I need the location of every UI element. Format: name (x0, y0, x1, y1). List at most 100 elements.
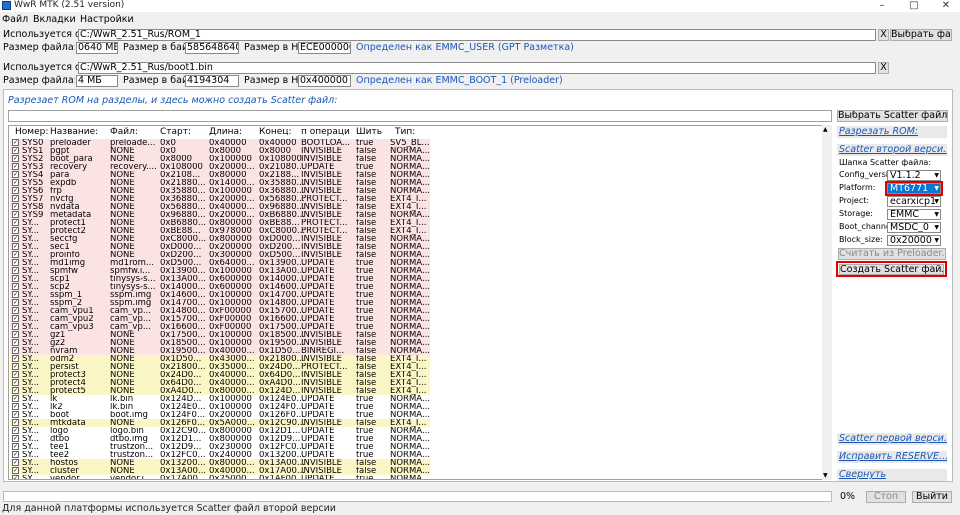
rom-select-file-button[interactable]: Выбрать фай (890, 29, 952, 41)
scroll-up-icon[interactable]: ▲ (823, 126, 828, 133)
table-row[interactable]: ✓ SY... vendor vendor.i... 0x17A00... 0x25000… (10, 475, 430, 479)
row-checkbox[interactable]: ✓ (12, 219, 19, 226)
row-checkbox[interactable]: ✓ (12, 243, 19, 250)
row-checkbox[interactable]: ✓ (12, 259, 19, 266)
table-row[interactable]: ✓ SY... cam_vpu2 cam_vp... 0x15700... 0xF0000… (10, 315, 430, 323)
platform-select[interactable]: MT6771 ▼ (887, 183, 941, 194)
minimize-button[interactable]: – (871, 0, 893, 12)
table-row[interactable]: ✓ SY... logo logo.bin 0x12C90... 0x800000 0x12… (10, 427, 430, 435)
col-operation[interactable]: п операци (301, 127, 355, 138)
table-row[interactable]: ✓ SYS5 expdb NONE 0x21880... 0x14000... 0x3588… (10, 179, 430, 187)
select-scatter-button[interactable]: Выбрать Scatter файл (837, 110, 948, 122)
table-row[interactable]: ✓ SY... protect5 NONE 0xA4D0... 0x80000... 0x1… (10, 387, 430, 395)
table-row[interactable]: ✓ SY... sspm_2 sspm.img 0x14700... 0x100000 0x… (10, 299, 430, 307)
table-row[interactable]: ✓ SY... protect4 NONE 0x64D0... 0x40000... 0xA… (10, 379, 430, 387)
table-scrollbar[interactable]: ▲ ▼ (822, 125, 832, 480)
row-checkbox[interactable]: ✓ (12, 459, 19, 466)
table-row[interactable]: ✓ SYS6 frp NONE 0x35880... 0x100000 0x36880...… (10, 187, 430, 195)
table-row[interactable]: ✓ SY... hostos NONE 0x13200... 0x80000... 0x13… (10, 459, 430, 467)
stop-button[interactable]: Стоп (866, 491, 906, 503)
row-checkbox[interactable]: ✓ (12, 451, 19, 458)
row-checkbox[interactable]: ✓ (12, 307, 19, 314)
project-select[interactable]: ecarxicp1 ▼ (887, 196, 941, 207)
menu-file[interactable]: Файл (2, 13, 28, 26)
table-row[interactable]: ✓ SY... spmfw spmfw.i... 0x13900... 0x100000 0… (10, 267, 430, 275)
col-start[interactable]: Старт: (160, 127, 196, 138)
table-row[interactable]: ✓ SY... proinfo NONE 0xD200... 0x300000 0xD500… (10, 251, 430, 259)
row-checkbox[interactable]: ✓ (12, 475, 19, 479)
table-row[interactable]: ✓ SYS0 preloader preloade... 0x0 0x40000 0x400… (10, 139, 430, 147)
scroll-down-icon[interactable]: ▼ (823, 472, 828, 479)
row-checkbox[interactable]: ✓ (12, 195, 19, 202)
block-select[interactable]: 0x20000 ▼ (887, 235, 941, 246)
row-checkbox[interactable]: ✓ (12, 379, 19, 386)
table-row[interactable]: ✓ SY... dtbo dtbo.img 0x12D1... 0x800000 0x12D… (10, 435, 430, 443)
col-name[interactable]: Название: (50, 127, 102, 138)
row-checkbox[interactable]: ✓ (12, 387, 19, 394)
row-checkbox[interactable]: ✓ (12, 443, 19, 450)
row-checkbox[interactable]: ✓ (12, 467, 19, 474)
row-checkbox[interactable]: ✓ (12, 299, 19, 306)
table-row[interactable]: ✓ SY... protect2 NONE 0xBE88... 0x978000 0xC80… (10, 227, 430, 235)
table-row[interactable]: ✓ SY... lk2 lk.bin 0x124E0... 0x100000 0x124F0… (10, 403, 430, 411)
row-checkbox[interactable]: ✓ (12, 347, 19, 354)
scatter-v2-button[interactable]: Scatter второй верси... (837, 144, 947, 156)
rom-path-field[interactable]: C:/WwR_2.51_Rus/ROM_1 (78, 29, 876, 41)
row-checkbox[interactable]: ✓ (12, 395, 19, 402)
table-row[interactable]: ✓ SY... protect3 NONE 0x24D0... 0x40000... 0x6… (10, 371, 430, 379)
table-row[interactable]: ✓ SY... nvram NONE 0x19500... 0x40000... 0x1D5… (10, 347, 430, 355)
row-checkbox[interactable]: ✓ (12, 371, 19, 378)
table-row[interactable]: ✓ SY... scp1 tinysys-s... 0x13A00... 0x600000… (10, 275, 430, 283)
table-row[interactable]: ✓ SY... persist NONE 0x21800... 0x35000... 0x2… (10, 363, 430, 371)
col-length[interactable]: Длина: (209, 127, 247, 138)
row-checkbox[interactable]: ✓ (12, 179, 19, 186)
menu-settings[interactable]: Настройки (80, 13, 134, 26)
storage-select[interactable]: EMMC ▼ (887, 209, 941, 220)
close-button[interactable]: ✕ (935, 0, 957, 12)
bootch-select[interactable]: MSDC_0 ▼ (887, 222, 941, 233)
config-select[interactable]: V1.1.2 ▼ (887, 170, 941, 181)
create-scatter-button[interactable]: Создать Scatter файл... (839, 264, 944, 275)
row-checkbox[interactable]: ✓ (12, 363, 19, 370)
row-checkbox[interactable]: ✓ (12, 139, 19, 146)
table-row[interactable]: ✓ SY... lk lk.bin 0x124D... 0x100000 0x124E0..… (10, 395, 430, 403)
row-checkbox[interactable]: ✓ (12, 331, 19, 338)
table-row[interactable]: ✓ SY... scp2 tinysys-s... 0x14000... 0x600000… (10, 283, 430, 291)
row-checkbox[interactable]: ✓ (12, 203, 19, 210)
table-row[interactable]: ✓ SYS2 boot_para NONE 0x8000 0x100000 0x108000… (10, 155, 430, 163)
scatter-path-input[interactable] (8, 110, 832, 122)
row-checkbox[interactable]: ✓ (12, 411, 19, 418)
table-row[interactable]: ✓ SY... sspm_1 sspm.img 0x14600... 0x100000 0x… (10, 291, 430, 299)
table-row[interactable]: ✓ SYS7 nvcfg NONE 0x36880... 0x20000... 0x5688… (10, 195, 430, 203)
maximize-button[interactable]: □ (903, 0, 925, 12)
table-row[interactable]: ✓ SY... cam_vpu3 cam_vp... 0x16600... 0xF0000… (10, 323, 430, 331)
row-checkbox[interactable]: ✓ (12, 291, 19, 298)
row-checkbox[interactable]: ✓ (12, 235, 19, 242)
row-checkbox[interactable]: ✓ (12, 275, 19, 282)
col-flash[interactable]: Шить (356, 127, 382, 138)
table-row[interactable]: ✓ SY... sec1 NONE 0xD000... 0x200000 0xD200...… (10, 243, 430, 251)
table-row[interactable]: ✓ SY... boot boot.img 0x124F0... 0x200000 0x12… (10, 411, 430, 419)
col-end[interactable]: Конец: (259, 127, 299, 138)
row-checkbox[interactable]: ✓ (12, 323, 19, 330)
read-preloader-button[interactable]: Считать из Preloader... (838, 248, 946, 260)
row-checkbox[interactable]: ✓ (12, 211, 19, 218)
table-row[interactable]: ✓ SY... gz2 NONE 0x18500... 0x100000 0x19500..… (10, 339, 430, 347)
table-row[interactable]: ✓ SY... seccfg NONE 0xC8000... 0x800000 0xD000… (10, 235, 430, 243)
boot-clear-button[interactable]: X (878, 62, 889, 74)
scatter-v1-button[interactable]: Scatter первой верси... (837, 433, 947, 445)
col-type[interactable]: Тип: (395, 127, 425, 138)
table-row[interactable]: ✓ SY... cluster NONE 0x13A00... 0x40000... 0x1… (10, 467, 430, 475)
table-row[interactable]: ✓ SY... md1img md1rom... 0xD500... 0x64000...… (10, 259, 430, 267)
table-row[interactable]: ✓ SY... mtkdata NONE 0x126F0... 0x5A000... 0x1… (10, 419, 430, 427)
table-row[interactable]: ✓ SYS9 metadata NONE 0x96880... 0x20000... 0xB… (10, 211, 430, 219)
table-row[interactable]: ✓ SY... gz1 NONE 0x17500... 0x100000 0x18500..… (10, 331, 430, 339)
menu-tabs[interactable]: Вкладки (33, 13, 76, 26)
rom-clear-button[interactable]: X (878, 29, 889, 41)
row-checkbox[interactable]: ✓ (12, 355, 19, 362)
table-row[interactable]: ✓ SYS8 nvdata NONE 0x56880... 0x40000... 0x968… (10, 203, 430, 211)
table-row[interactable]: ✓ SYS4 para NONE 0x2108... 0x80000 0x2188... IN… (10, 171, 430, 179)
row-checkbox[interactable]: ✓ (12, 315, 19, 322)
row-checkbox[interactable]: ✓ (12, 403, 19, 410)
row-checkbox[interactable]: ✓ (12, 339, 19, 346)
